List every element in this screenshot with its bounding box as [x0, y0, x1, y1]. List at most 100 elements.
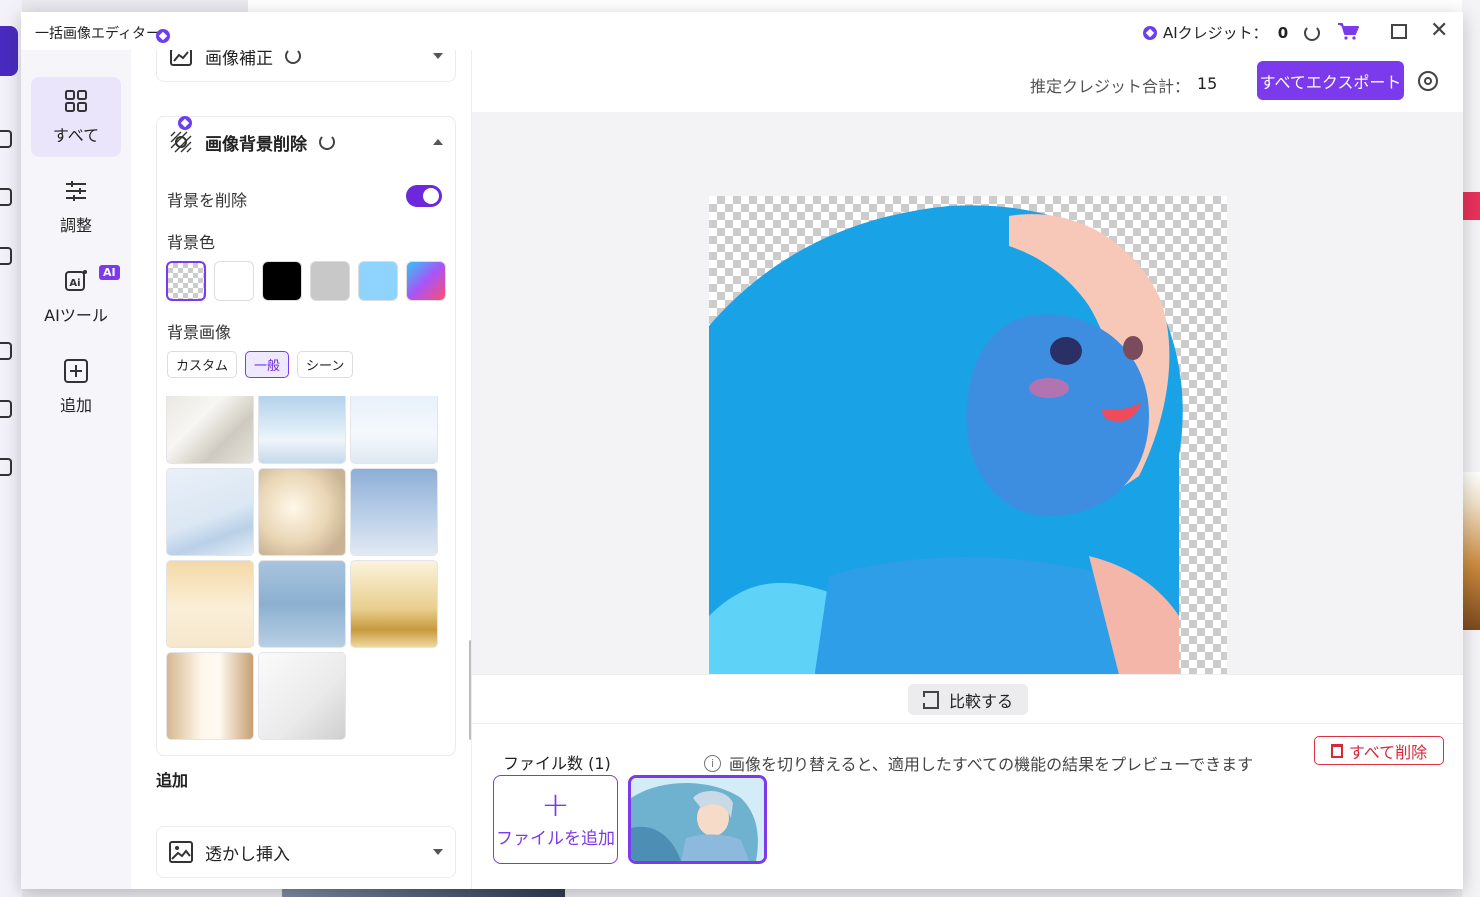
reset-icon[interactable]	[285, 50, 301, 64]
add-section-title: 追加	[156, 771, 189, 790]
swatch-transparent[interactable]	[166, 261, 206, 301]
title-bar: 一括画像エディター AIクレジット： 0 ✕	[21, 12, 1463, 50]
left-navigation: すべて 調整 AI Ai AIツール 追加	[21, 50, 131, 889]
tab-scene[interactable]: シーン	[297, 351, 354, 378]
watermark-card[interactable]: 透かし挿入	[156, 826, 456, 878]
watermark-header[interactable]: 透かし挿入	[157, 827, 455, 877]
info-icon: i	[704, 754, 721, 772]
compare-label: 比較する	[948, 691, 1013, 711]
settings-icon[interactable]	[1418, 71, 1438, 91]
background-logo	[0, 26, 18, 76]
ai-credit-display: AIクレジット： 0	[1143, 22, 1321, 43]
swatch-black[interactable]	[262, 261, 302, 301]
swatch-gradient[interactable]	[406, 261, 446, 301]
enhance-icon	[170, 50, 192, 66]
close-button[interactable]: ✕	[1430, 20, 1448, 42]
nav-item-label: 追加	[59, 396, 92, 415]
window-title: 一括画像エディター	[35, 26, 161, 42]
nav-item-adjust[interactable]: 調整	[31, 167, 121, 247]
background-thumbnail[interactable]	[258, 396, 346, 464]
background-sidebar	[0, 0, 22, 897]
compare-bar: 比較する	[472, 674, 1463, 724]
cart-icon[interactable]	[1337, 22, 1359, 40]
background-thumbnail[interactable]	[350, 396, 438, 464]
premium-diamond-icon	[178, 116, 192, 130]
delete-all-label: すべて削除	[1348, 742, 1428, 762]
background-thumbnail[interactable]	[166, 652, 254, 740]
background-thumbnail[interactable]	[166, 396, 254, 464]
plus-square-icon	[64, 359, 88, 383]
nav-item-label: AIツール	[44, 306, 108, 325]
export-all-button[interactable]: すべてエクスポート	[1257, 61, 1404, 100]
watermark-label: 透かし挿入	[205, 844, 290, 865]
background-nav-icon	[0, 458, 12, 476]
preview-main-area: 推定クレジット合計： 15 すべてエクスポート 比較する ファイル数 (1) i…	[471, 50, 1463, 889]
background-bottom-image	[282, 889, 565, 897]
ai-icon: Ai	[65, 270, 87, 291]
background-right-strip	[1462, 0, 1480, 897]
refresh-credit-icon[interactable]	[1304, 24, 1321, 41]
delete-all-button[interactable]: すべて削除	[1314, 736, 1444, 765]
credit-diamond-icon	[1143, 25, 1157, 40]
image-correction-card[interactable]: 画像補正	[156, 50, 456, 82]
background-color-label: 背景色	[167, 233, 216, 252]
background-thumbnail[interactable]	[350, 468, 438, 556]
remove-background-toggle[interactable]	[406, 185, 442, 207]
background-thumbnail[interactable]	[166, 560, 254, 648]
premium-diamond-icon	[156, 29, 170, 43]
nav-item-all[interactable]: すべて	[31, 77, 121, 157]
background-nav-icon	[0, 247, 12, 265]
chevron-up-icon[interactable]	[433, 139, 443, 145]
chevron-down-icon[interactable]	[433, 53, 443, 59]
ai-credit-label: AIクレジット：	[1163, 24, 1268, 42]
ai-credit-value: 0	[1277, 23, 1289, 42]
background-thumbnail[interactable]	[350, 560, 438, 648]
sliders-icon	[66, 181, 86, 201]
reset-icon[interactable]	[319, 134, 335, 150]
image-correction-label: 画像補正	[205, 50, 273, 69]
image-correction-header[interactable]: 画像補正	[157, 50, 455, 81]
tab-custom[interactable]: カスタム	[167, 351, 238, 378]
nav-item-ai-tools[interactable]: AI Ai AIツール	[31, 257, 121, 337]
swatch-white[interactable]	[214, 261, 254, 301]
nav-item-label: 調整	[59, 216, 92, 235]
background-nav-icon	[0, 342, 12, 360]
chevron-down-icon[interactable]	[433, 849, 443, 855]
background-removal-header[interactable]: 画像背景削除	[157, 117, 455, 167]
nav-item-add[interactable]: 追加	[31, 347, 121, 427]
background-topbar	[248, 0, 1480, 12]
anime-girl-illustration	[709, 205, 1183, 714]
background-image-grid	[166, 396, 440, 740]
swatch-light-blue[interactable]	[358, 261, 398, 301]
background-nav-icon	[0, 188, 12, 206]
background-color-swatches	[166, 261, 446, 301]
background-thumbnail[interactable]	[258, 560, 346, 648]
preview-image	[709, 196, 1227, 714]
grid-icon	[65, 90, 87, 112]
file-thumbnail[interactable]	[628, 775, 767, 864]
settings-panel: 画像補正 画像背景削除 背景を削除 背景色 背景画像 カスタム 一般 シーン 追…	[131, 50, 471, 889]
remove-background-label: 背景を削除	[167, 191, 248, 210]
compare-icon	[922, 690, 939, 709]
plus-icon: +	[541, 785, 570, 825]
background-badge	[1462, 192, 1480, 220]
compare-button[interactable]: 比較する	[908, 684, 1028, 715]
add-file-button[interactable]: + ファイルを追加	[493, 775, 618, 864]
background-remove-icon	[170, 131, 192, 153]
nav-item-label: すべて	[52, 126, 100, 145]
tab-general[interactable]: 一般	[245, 351, 290, 378]
background-image-label: 背景画像	[167, 323, 232, 342]
batch-image-editor-window: 一括画像エディター AIクレジット： 0 ✕ すべて 調整 AI Ai AIツー…	[21, 12, 1463, 889]
background-thumbnail[interactable]	[258, 652, 346, 740]
background-removal-title: 画像背景削除	[205, 134, 307, 155]
info-text: 画像を切り替えると、適用したすべての機能の結果をプレビューできます	[729, 755, 1254, 774]
file-thumbnail-image	[631, 778, 764, 861]
background-thumbnail[interactable]	[166, 468, 254, 556]
background-image-tabs: カスタム 一般 シーン	[167, 351, 354, 378]
maximize-button[interactable]	[1391, 24, 1407, 39]
estimated-credit-value: 15	[1197, 74, 1218, 93]
add-file-label: ファイルを追加	[496, 829, 615, 849]
image-icon	[169, 841, 193, 863]
swatch-gray[interactable]	[310, 261, 350, 301]
background-thumbnail[interactable]	[258, 468, 346, 556]
